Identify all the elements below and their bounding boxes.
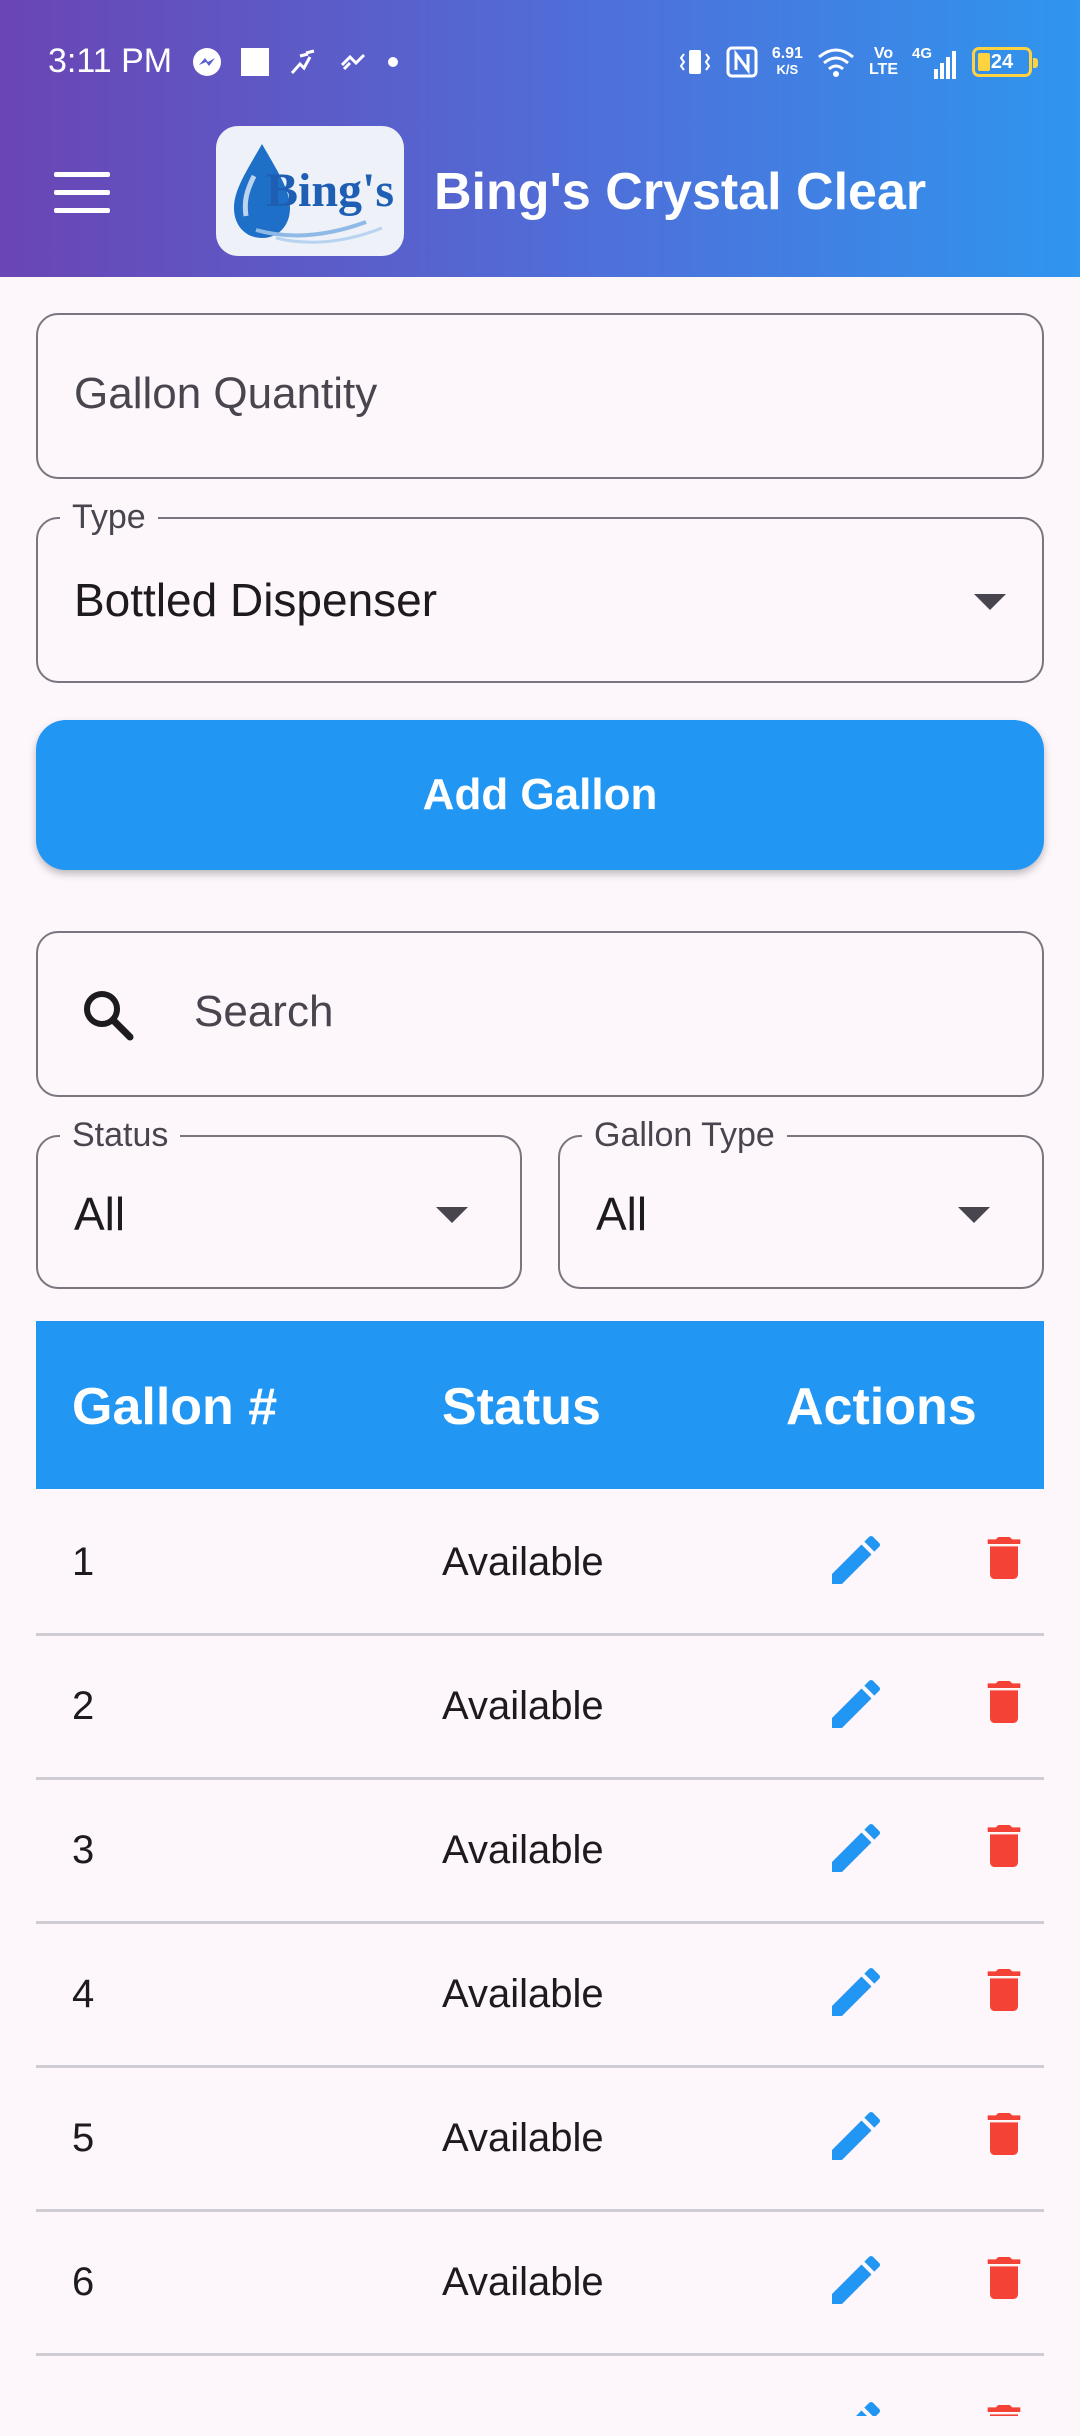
table-row: 6 Available [36,2212,1044,2356]
battery-level: 24 [990,50,1014,73]
delete-icon[interactable] [976,1526,1032,1590]
delete-icon[interactable] [976,2102,1032,2166]
delete-icon[interactable] [976,2394,1032,2416]
gallon-status: Available [442,1828,604,1872]
table-header: Gallon # Status Actions [36,1321,1044,1489]
table-row: 3 Available [36,1780,1044,1924]
status-filter-label: Status [60,1115,181,1155]
type-value: Bottled Dispenser [74,574,438,626]
gallon-type-filter-value: All [596,1188,648,1240]
gallon-type-filter-label: Gallon Type [582,1115,787,1155]
gallon-number: 6 [72,2260,95,2304]
gallon-status: Available [442,1972,604,2016]
search-icon [84,991,134,1041]
gallon-type-filter-dropdown[interactable]: Gallon Type All [558,1115,1044,1289]
gallon-status: Available [442,2116,604,2160]
app-bar: 3:11 PM 6.91 K/S Vo LTE 4G 24 Bing's Bin… [0,0,1080,277]
edit-icon[interactable] [824,2104,888,2168]
vibrate-icon [679,50,711,74]
volte-bottom: LTE [868,61,898,78]
fitness-icon [290,49,315,74]
header-gallon-number: Gallon # [72,1378,278,1436]
search-input[interactable]: Search [36,931,1044,1097]
delete-icon[interactable] [976,1670,1032,1734]
gallon-status: Available [442,1684,604,1728]
edit-icon[interactable] [824,1672,888,1736]
edit-icon[interactable] [824,2248,888,2312]
network-speed: 6.91 K/S [772,46,803,78]
delete-icon[interactable] [976,1814,1032,1878]
table-row: 5 Available [36,2068,1044,2212]
delete-icon[interactable] [976,1958,1032,2022]
chevron-down-icon [974,594,1006,610]
system-status-icons: 6.91 K/S Vo LTE 4G 24 [678,40,1038,84]
edit-icon[interactable] [824,1816,888,1880]
gallon-number: 1 [72,1540,95,1584]
edit-icon[interactable] [824,1528,888,1592]
table-row: 4 Available [36,1924,1044,2068]
gallon-number: 2 [72,1684,95,1728]
volte-indicator: Vo LTE [869,46,898,78]
app-logo: Bing's [216,126,404,256]
search-placeholder: Search [194,987,334,1036]
wifi-icon [818,48,854,77]
messenger-icon [193,48,221,76]
gallon-quantity-input[interactable]: Gallon Quantity [36,313,1044,479]
link-icon [340,53,366,71]
edit-icon[interactable] [824,1960,888,2024]
notification-icons [192,44,400,80]
add-gallon-button[interactable]: Add Gallon [36,720,1044,870]
table-row: 1 Available [36,1492,1044,1636]
table-row: 2 Available [36,1636,1044,1780]
table-row-partial [36,2356,1044,2416]
status-bar: 3:11 PM 6.91 K/S Vo LTE 4G 24 [0,38,1080,86]
water-drop-logo-icon: Bing's [234,144,394,244]
edit-icon[interactable] [824,2394,888,2416]
chevron-down-icon [958,1207,990,1223]
gallon-number: 4 [72,1972,95,2016]
status-filter-dropdown[interactable]: Status All [36,1115,522,1289]
cell-signal: 4G [912,45,958,79]
header-actions: Actions [786,1378,977,1436]
network-speed-value: 6.91 [771,45,803,62]
app-title: Bing's Crystal Clear [434,163,927,221]
volte-top: Vo [873,45,894,62]
gallon-number: 3 [72,1828,95,1872]
signal-type: 4G [911,45,932,62]
dot-icon [388,57,398,67]
gallon-quantity-placeholder: Gallon Quantity [74,369,378,418]
type-label: Type [60,497,158,537]
gallon-status: Available [442,2260,604,2304]
logo-text: Bing's [266,164,394,217]
signal-bars-icon [934,51,956,79]
type-dropdown[interactable]: Type Bottled Dispenser [36,497,1044,683]
battery-indicator: 24 [972,47,1038,77]
status-time: 3:11 PM [48,42,173,80]
gallon-number: 5 [72,2116,95,2160]
status-filter-value: All [74,1188,126,1240]
stop-square-icon [241,48,269,76]
nfc-icon [726,46,758,78]
menu-icon[interactable] [54,172,112,214]
delete-icon[interactable] [976,2246,1032,2310]
network-speed-unit: K/S [776,62,799,77]
header-status: Status [442,1378,601,1436]
chevron-down-icon [436,1207,468,1223]
gallon-status: Available [442,1540,604,1584]
